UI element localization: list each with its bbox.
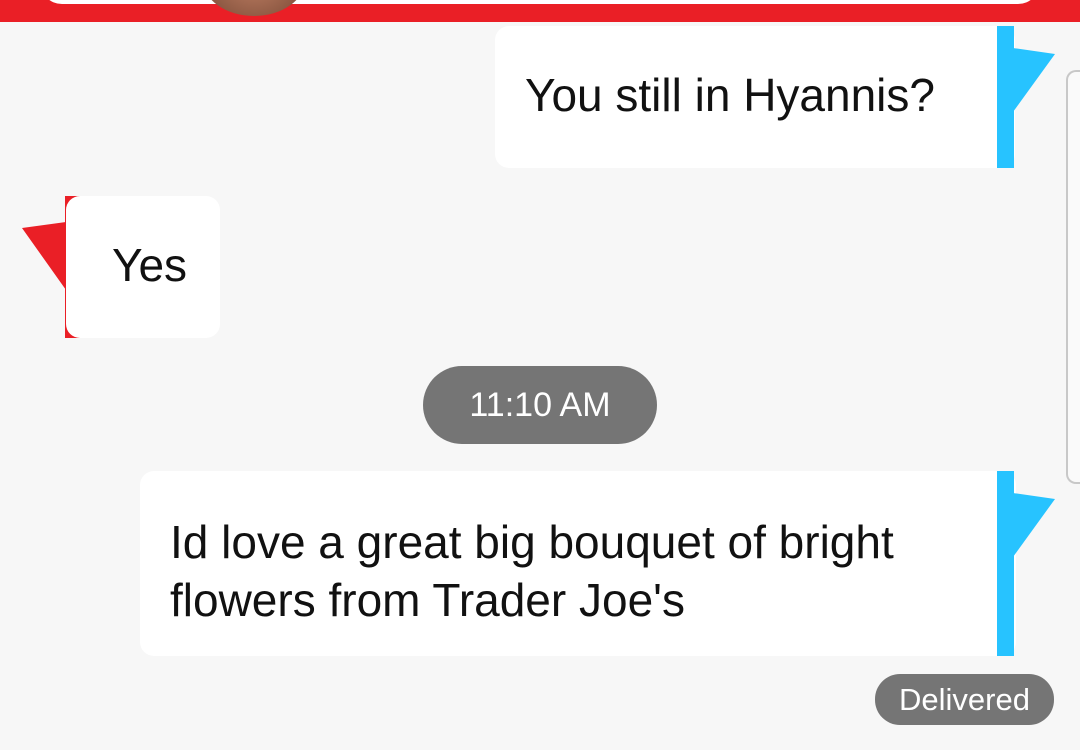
message-bubble-outgoing[interactable]: Id love a great big bouquet of bright fl… [140, 471, 1016, 656]
message-text: You still in Hyannis? [525, 69, 935, 121]
outgoing-tail-icon [1013, 493, 1055, 557]
message-text: Yes [112, 239, 188, 291]
outgoing-accent-bar [997, 471, 1014, 656]
conversation-screen: You still in Hyannis? Yes 11:10 AM Id lo… [0, 0, 1080, 750]
message-bubble-incoming[interactable]: Yes [66, 196, 220, 338]
message-bubble-outgoing[interactable]: You still in Hyannis? [495, 26, 1015, 168]
timestamp-divider: 11:10 AM [423, 366, 657, 444]
outgoing-accent-bar [997, 26, 1014, 168]
scrollbar[interactable] [1066, 70, 1080, 484]
outgoing-tail-icon [1013, 48, 1055, 112]
message-text: Id love a great big bouquet of bright fl… [170, 516, 894, 626]
contact-avatar-icon[interactable] [202, 0, 306, 16]
header-card [40, 0, 1040, 4]
delivery-status-badge: Delivered [875, 674, 1054, 725]
header-bar [0, 0, 1080, 22]
incoming-tail-icon [22, 222, 66, 290]
